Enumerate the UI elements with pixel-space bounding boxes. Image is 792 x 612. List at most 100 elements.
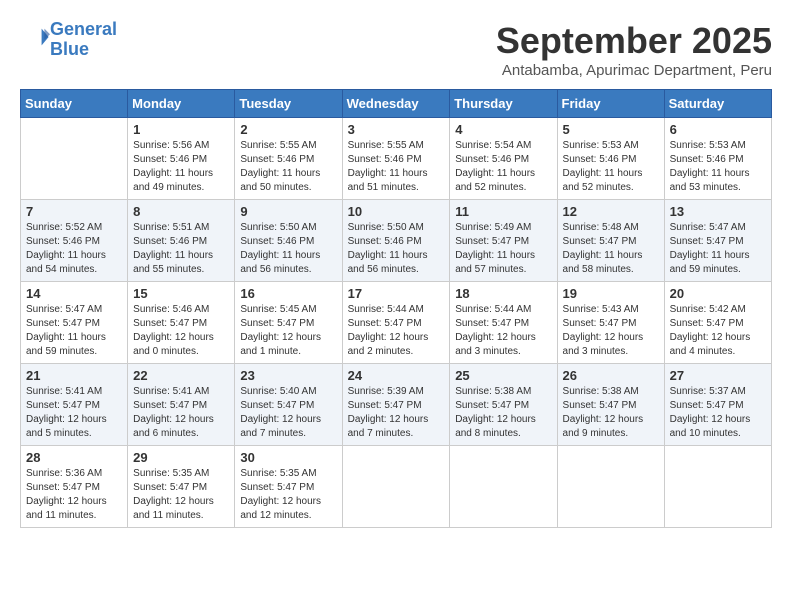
calendar-cell: 21 Sunrise: 5:41 AM Sunset: 5:47 PM Dayli… [21, 364, 128, 446]
day-number: 2 [240, 122, 336, 137]
day-number: 22 [133, 368, 229, 383]
day-info: Sunrise: 5:39 AM Sunset: 5:47 PM Dayligh… [348, 385, 445, 441]
day-info: Sunrise: 5:56 AM Sunset: 5:46 PM Dayligh… [133, 139, 229, 195]
calendar-cell: 15 Sunrise: 5:46 AM Sunset: 5:47 PM Dayli… [128, 282, 235, 364]
calendar-week-row: 28Sunrise: 5:36 AM Sunset: 5:47 PM Dayli… [21, 446, 772, 528]
calendar-cell: 22 Sunrise: 5:41 AM Sunset: 5:47 PM Dayli… [128, 364, 235, 446]
column-header-wednesday: Wednesday [342, 90, 450, 118]
day-info: Sunrise: 5:53 AM Sunset: 5:46 PM Dayligh… [670, 139, 766, 195]
day-info: Sunrise: 5:36 AM Sunset: 5:47 PM Dayligh… [26, 467, 122, 523]
calendar-cell: 25 Sunrise: 5:38 AM Sunset: 5:47 PM Dayli… [450, 364, 557, 446]
calendar-cell: 30 Sunrise: 5:35 AM Sunset: 5:47 PM Dayli… [235, 446, 342, 528]
day-info: Sunrise: 5:35 AM Sunset: 5:47 PM Dayligh… [240, 467, 336, 523]
calendar-cell: 17Sunrise: 5:44 AM Sunset: 5:47 PM Dayli… [342, 282, 450, 364]
day-info: Sunrise: 5:42 AM Sunset: 5:47 PM Dayligh… [670, 303, 766, 359]
calendar-cell: 3 Sunrise: 5:55 AM Sunset: 5:46 PM Daylig… [342, 118, 450, 200]
day-number: 3 [348, 122, 445, 137]
day-number: 16 [240, 286, 336, 301]
day-number: 15 [133, 286, 229, 301]
calendar-cell: 14 Sunrise: 5:47 AM Sunset: 5:47 PM Dayli… [21, 282, 128, 364]
calendar-cell: 10 Sunrise: 5:50 AM Sunset: 5:46 PM Dayli… [342, 200, 450, 282]
day-number: 18 [455, 286, 551, 301]
calendar-cell: 26 Sunrise: 5:38 AM Sunset: 5:47 PM Dayli… [557, 364, 664, 446]
calendar-cell: 11Sunrise: 5:49 AM Sunset: 5:47 PM Dayli… [450, 200, 557, 282]
day-info: Sunrise: 5:51 AM Sunset: 5:46 PM Dayligh… [133, 221, 229, 277]
day-number: 8 [133, 204, 229, 219]
day-number: 17 [348, 286, 445, 301]
day-number: 7 [26, 204, 122, 219]
day-info: Sunrise: 5:38 AM Sunset: 5:47 PM Dayligh… [455, 385, 551, 441]
day-number: 19 [563, 286, 659, 301]
day-info: Sunrise: 5:45 AM Sunset: 5:47 PM Dayligh… [240, 303, 336, 359]
calendar-cell: 23 Sunrise: 5:40 AM Sunset: 5:47 PM Dayli… [235, 364, 342, 446]
calendar-cell: 6 Sunrise: 5:53 AM Sunset: 5:46 PM Daylig… [664, 118, 771, 200]
calendar-cell: 28Sunrise: 5:36 AM Sunset: 5:47 PM Dayli… [21, 446, 128, 528]
calendar-cell [664, 446, 771, 528]
day-info: Sunrise: 5:44 AM Sunset: 5:47 PM Dayligh… [455, 303, 551, 359]
subtitle: Antabamba, Apurimac Department, Peru [496, 62, 772, 79]
column-header-friday: Friday [557, 90, 664, 118]
day-info: Sunrise: 5:41 AM Sunset: 5:47 PM Dayligh… [26, 385, 122, 441]
day-number: 21 [26, 368, 122, 383]
day-info: Sunrise: 5:50 AM Sunset: 5:46 PM Dayligh… [348, 221, 445, 277]
day-number: 30 [240, 450, 336, 465]
calendar-cell: 16 Sunrise: 5:45 AM Sunset: 5:47 PM Dayli… [235, 282, 342, 364]
day-info: Sunrise: 5:49 AM Sunset: 5:47 PM Dayligh… [455, 221, 551, 277]
day-info: Sunrise: 5:55 AM Sunset: 5:46 PM Dayligh… [240, 139, 336, 195]
logo-text: General Blue [50, 20, 117, 60]
calendar-cell: 7 Sunrise: 5:52 AM Sunset: 5:46 PM Daylig… [21, 200, 128, 282]
day-info: Sunrise: 5:48 AM Sunset: 5:47 PM Dayligh… [563, 221, 659, 277]
calendar-cell: 1 Sunrise: 5:56 AM Sunset: 5:46 PM Daylig… [128, 118, 235, 200]
day-number: 26 [563, 368, 659, 383]
day-info: Sunrise: 5:47 AM Sunset: 5:47 PM Dayligh… [26, 303, 122, 359]
day-number: 29 [133, 450, 229, 465]
column-header-sunday: Sunday [21, 90, 128, 118]
day-number: 9 [240, 204, 336, 219]
day-info: Sunrise: 5:52 AM Sunset: 5:46 PM Dayligh… [26, 221, 122, 277]
day-info: Sunrise: 5:46 AM Sunset: 5:47 PM Dayligh… [133, 303, 229, 359]
day-number: 6 [670, 122, 766, 137]
day-number: 12 [563, 204, 659, 219]
day-info: Sunrise: 5:43 AM Sunset: 5:47 PM Dayligh… [563, 303, 659, 359]
calendar-week-row: 21 Sunrise: 5:41 AM Sunset: 5:47 PM Dayli… [21, 364, 772, 446]
day-info: Sunrise: 5:41 AM Sunset: 5:47 PM Dayligh… [133, 385, 229, 441]
day-info: Sunrise: 5:38 AM Sunset: 5:47 PM Dayligh… [563, 385, 659, 441]
calendar-cell: 4 Sunrise: 5:54 AM Sunset: 5:46 PM Daylig… [450, 118, 557, 200]
day-number: 10 [348, 204, 445, 219]
column-header-thursday: Thursday [450, 90, 557, 118]
calendar-cell: 19 Sunrise: 5:43 AM Sunset: 5:47 PM Dayli… [557, 282, 664, 364]
calendar-week-row: 14 Sunrise: 5:47 AM Sunset: 5:47 PM Dayli… [21, 282, 772, 364]
day-number: 20 [670, 286, 766, 301]
month-title: September 2025 [496, 20, 772, 62]
day-info: Sunrise: 5:54 AM Sunset: 5:46 PM Dayligh… [455, 139, 551, 195]
day-info: Sunrise: 5:40 AM Sunset: 5:47 PM Dayligh… [240, 385, 336, 441]
day-number: 14 [26, 286, 122, 301]
day-info: Sunrise: 5:47 AM Sunset: 5:47 PM Dayligh… [670, 221, 766, 277]
day-info: Sunrise: 5:50 AM Sunset: 5:46 PM Dayligh… [240, 221, 336, 277]
calendar-header-row: SundayMondayTuesdayWednesdayThursdayFrid… [21, 90, 772, 118]
day-number: 13 [670, 204, 766, 219]
title-section: September 2025 Antabamba, Apurimac Depar… [496, 20, 772, 79]
calendar-cell: 9 Sunrise: 5:50 AM Sunset: 5:46 PM Daylig… [235, 200, 342, 282]
day-number: 23 [240, 368, 336, 383]
calendar-cell: 2 Sunrise: 5:55 AM Sunset: 5:46 PM Daylig… [235, 118, 342, 200]
day-info: Sunrise: 5:55 AM Sunset: 5:46 PM Dayligh… [348, 139, 445, 195]
calendar-cell: 8 Sunrise: 5:51 AM Sunset: 5:46 PM Daylig… [128, 200, 235, 282]
calendar-cell [450, 446, 557, 528]
day-number: 4 [455, 122, 551, 137]
day-number: 25 [455, 368, 551, 383]
calendar-table: SundayMondayTuesdayWednesdayThursdayFrid… [20, 89, 772, 528]
calendar-cell: 13 Sunrise: 5:47 AM Sunset: 5:47 PM Dayli… [664, 200, 771, 282]
column-header-tuesday: Tuesday [235, 90, 342, 118]
day-number: 1 [133, 122, 229, 137]
day-number: 5 [563, 122, 659, 137]
calendar-cell: 24 Sunrise: 5:39 AM Sunset: 5:47 PM Dayli… [342, 364, 450, 446]
calendar-week-row: 7 Sunrise: 5:52 AM Sunset: 5:46 PM Daylig… [21, 200, 772, 282]
day-number: 27 [670, 368, 766, 383]
calendar-cell [21, 118, 128, 200]
day-info: Sunrise: 5:53 AM Sunset: 5:46 PM Dayligh… [563, 139, 659, 195]
calendar-cell [557, 446, 664, 528]
calendar-week-row: 1 Sunrise: 5:56 AM Sunset: 5:46 PM Daylig… [21, 118, 772, 200]
calendar-cell: 5 Sunrise: 5:53 AM Sunset: 5:46 PM Daylig… [557, 118, 664, 200]
day-number: 24 [348, 368, 445, 383]
